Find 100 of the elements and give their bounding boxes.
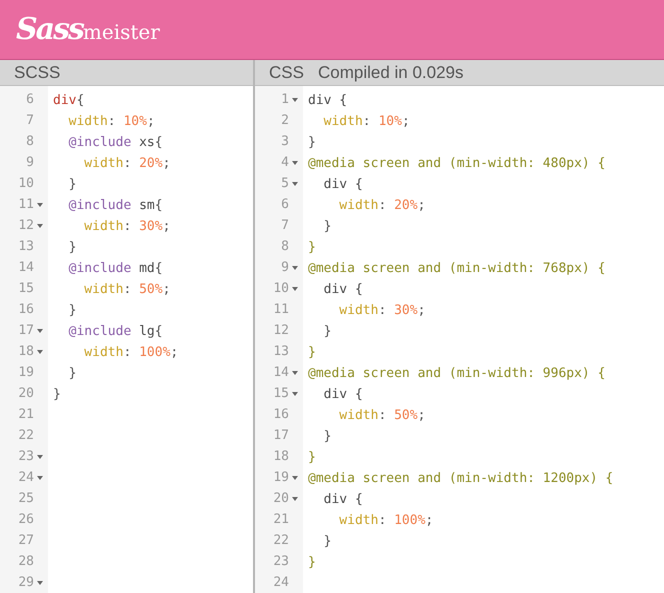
fold-caret-icon[interactable] [37, 224, 43, 228]
line-number: 16 [273, 406, 289, 424]
code-line: width: 20%; [83, 156, 170, 171]
logo-text[interactable]: meister [82, 20, 160, 44]
code-line: div { [322, 387, 363, 402]
line-number: 22 [18, 427, 34, 445]
code-line: width: 100%; [83, 345, 178, 360]
line-number: 2 [281, 112, 289, 130]
code-line: } [322, 429, 332, 444]
fold-caret-icon[interactable] [292, 160, 298, 164]
code-line: } [53, 387, 61, 402]
fold-caret-icon[interactable] [37, 476, 43, 480]
panel-title: SCSS [14, 62, 60, 82]
code-line: @media screen and (min-width: 1200px) { [308, 471, 614, 486]
line-number: 10 [18, 175, 34, 193]
code-line: div { [322, 492, 363, 507]
line-number: 28 [18, 553, 34, 571]
fold-caret-icon[interactable] [37, 202, 43, 206]
fold-caret-icon[interactable] [292, 496, 298, 500]
line-number: 14 [18, 259, 34, 277]
code-line: } [322, 324, 332, 339]
line-number: 17 [18, 322, 34, 340]
fold-caret-icon[interactable] [292, 476, 298, 480]
fold-caret-icon[interactable] [292, 370, 298, 374]
code-line: @include lg{ [68, 324, 163, 339]
code-line: @media screen and (min-width: 768px) { [308, 261, 606, 276]
line-number: 11 [273, 301, 289, 319]
code-line: width: 10%; [68, 114, 155, 129]
line-number: 17 [273, 427, 289, 445]
code-line: div { [322, 177, 363, 192]
code-line: width: 50%; [338, 408, 426, 423]
fold-caret-icon[interactable] [37, 350, 43, 354]
line-number: 16 [18, 301, 34, 319]
line-number: 23 [18, 448, 34, 466]
line-number: 4 [281, 154, 289, 172]
line-number: 12 [18, 217, 34, 235]
code-line: width: 30%; [83, 219, 170, 234]
code-line: width: 100%; [338, 513, 434, 528]
code-line: } [308, 345, 316, 360]
fold-caret-icon[interactable] [37, 454, 43, 458]
line-number: 18 [18, 343, 34, 361]
line-number: 5 [281, 175, 289, 193]
code-line: } [322, 534, 332, 549]
fold-caret-icon[interactable] [292, 266, 298, 270]
panel-title: CSS [269, 62, 304, 82]
fold-caret-icon[interactable] [292, 98, 298, 102]
line-number: 8 [281, 238, 289, 256]
fold-caret-icon[interactable] [292, 182, 298, 186]
fold-caret-icon[interactable] [37, 328, 43, 332]
compile-status: Compiled in 0.029s [318, 62, 464, 82]
line-number: 22 [273, 532, 289, 550]
code-line: div { [308, 93, 348, 108]
line-number: 18 [273, 448, 289, 466]
code-line: div { [322, 282, 363, 297]
code-line: width: 30%; [338, 303, 426, 318]
code-line: div{ [53, 93, 84, 108]
line-number: 3 [281, 133, 289, 151]
line-number: 6 [281, 196, 289, 214]
code-line: @media screen and (min-width: 996px) { [308, 366, 606, 381]
code-line: } [308, 555, 316, 570]
line-number: 7 [26, 112, 34, 130]
code-line: } [68, 303, 76, 318]
line-number: 12 [273, 322, 289, 340]
line-number: 21 [18, 406, 34, 424]
line-number: 27 [18, 532, 34, 550]
line-number: 6 [26, 91, 34, 109]
line-number: 21 [273, 511, 289, 529]
line-number: 1 [281, 91, 289, 109]
line-number: 24 [273, 574, 289, 592]
line-number: 13 [18, 238, 34, 256]
code-line: width: 10%; [322, 114, 410, 129]
line-number: 13 [273, 343, 289, 361]
code-line: @include sm{ [68, 198, 163, 213]
code-line: } [308, 450, 316, 465]
line-number: 14 [273, 364, 289, 382]
line-number: 24 [18, 469, 34, 487]
line-number: 11 [18, 196, 34, 214]
code-line: } [68, 366, 76, 381]
line-number: 20 [273, 490, 289, 508]
code-line: } [68, 240, 76, 255]
line-number: 15 [273, 385, 289, 403]
fold-caret-icon[interactable] [37, 580, 43, 584]
code-line: } [308, 240, 316, 255]
line-number: 7 [281, 217, 289, 235]
code-line: } [308, 135, 316, 150]
code-line: width: 20%; [338, 198, 426, 213]
code-line: width: 50%; [83, 282, 170, 297]
line-number: 26 [18, 511, 34, 529]
line-number: 10 [273, 280, 289, 298]
line-number: 19 [273, 469, 289, 487]
line-number: 15 [18, 280, 34, 298]
code-line: } [68, 177, 76, 192]
code-line: @media screen and (min-width: 480px) { [308, 156, 606, 171]
fold-caret-icon[interactable] [292, 392, 298, 396]
logo-script[interactable]: Sass [16, 12, 83, 47]
line-number: 8 [26, 133, 34, 151]
line-number: 29 [18, 574, 34, 592]
line-number: 9 [26, 154, 34, 172]
fold-caret-icon[interactable] [292, 286, 298, 290]
code-line: } [322, 219, 332, 234]
